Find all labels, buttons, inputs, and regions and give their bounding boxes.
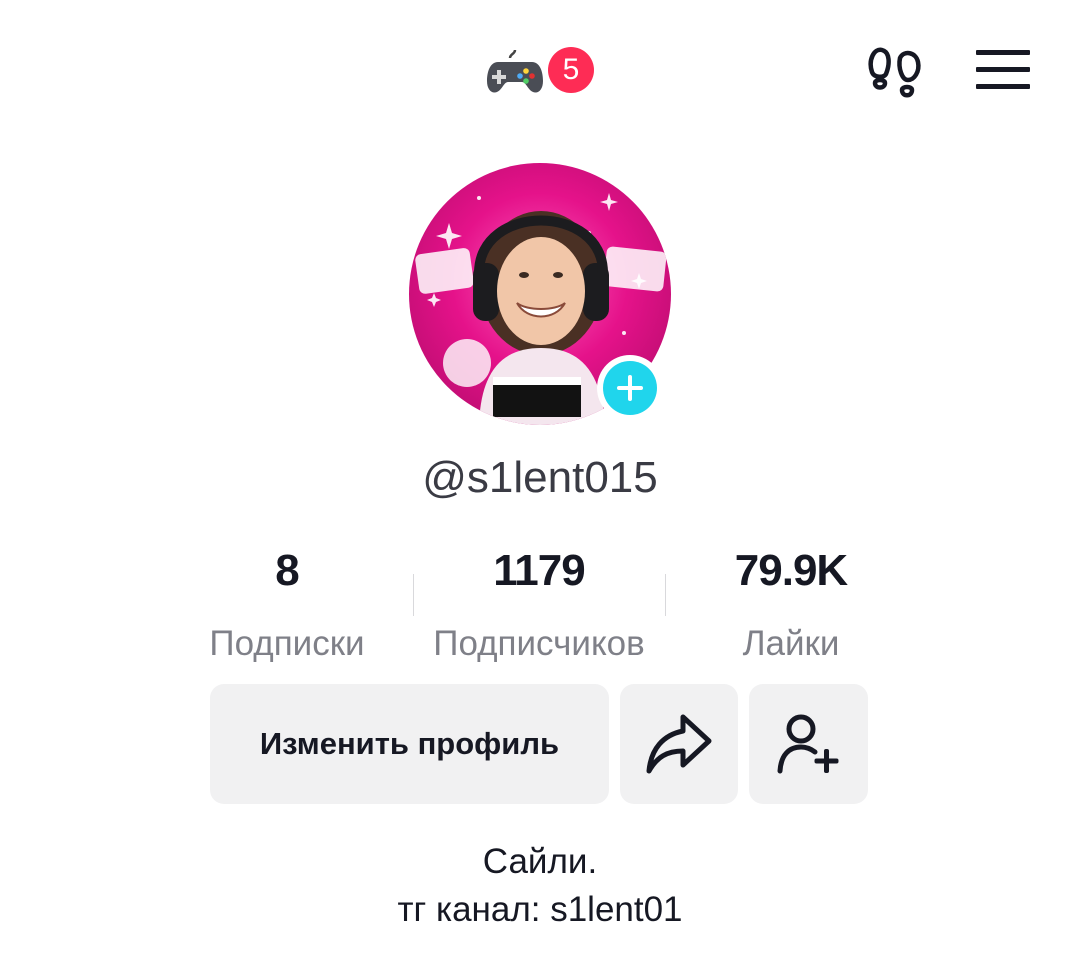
likes-count: 79.9K (734, 546, 848, 595)
followers-count: 1179 (493, 546, 585, 595)
followers-label: Подписчиков (433, 624, 645, 663)
gamepad-icon[interactable] (486, 48, 544, 96)
bio-line-2: тг канал: s1lent01 (397, 890, 683, 929)
following-label: Подписки (209, 624, 365, 663)
stat-following[interactable]: 8 Подписки (162, 542, 412, 664)
share-arrow-icon (646, 714, 712, 774)
username[interactable]: @s1lent015 (0, 448, 1080, 508)
likes-label: Лайки (742, 624, 840, 663)
stat-likes[interactable]: 79.9K Лайки (666, 542, 916, 664)
add-avatar-button[interactable] (597, 355, 663, 421)
bio-line-1: Сайли. (482, 842, 598, 881)
plus-icon (603, 361, 657, 415)
share-profile-button[interactable] (620, 684, 738, 804)
stat-followers[interactable]: 1179 Подписчиков (414, 542, 664, 664)
avatar-container (409, 163, 671, 425)
top-bar: 5 (0, 0, 1080, 140)
edit-profile-button[interactable]: Изменить профиль (210, 684, 609, 804)
add-friend-button[interactable] (749, 684, 868, 804)
footprints-icon[interactable] (866, 42, 924, 100)
add-user-icon (777, 714, 838, 774)
following-count: 8 (275, 546, 299, 595)
notification-badge[interactable]: 5 (548, 47, 594, 93)
hamburger-menu-icon[interactable] (974, 46, 1032, 94)
